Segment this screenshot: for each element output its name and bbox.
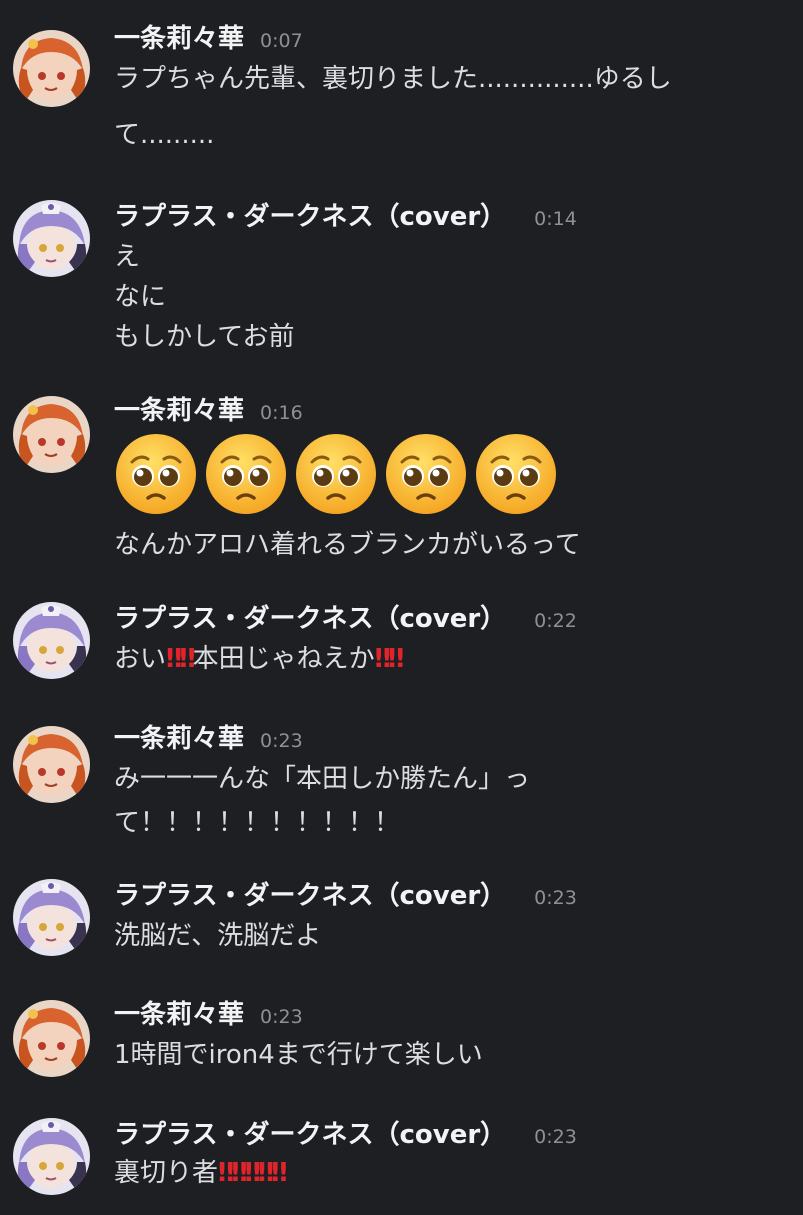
purple-hair-girl-avatar-icon <box>13 1118 90 1195</box>
message-text-line: 洗脳だ、洗脳だよ <box>114 921 322 951</box>
orange-hair-girl-avatar-icon <box>13 1000 90 1077</box>
text-segment: 裏切り者 <box>114 1158 219 1188</box>
message-header: ラプラス・ダークネス（cover） 0:22 <box>114 600 577 638</box>
message-header: 一条莉々華 0:23 <box>114 720 303 758</box>
text-segment: 本田じゃねえか <box>192 644 375 674</box>
pleading-face-emoji <box>296 434 376 514</box>
message-text-line: おい‼‼本田じゃねえか‼‼ <box>114 640 405 678</box>
user-avatar-laplus[interactable] <box>13 1118 90 1195</box>
orange-hair-girl-avatar-icon <box>13 726 90 803</box>
username[interactable]: ラプラス・ダークネス（cover） <box>114 600 506 638</box>
pleading-face-emoji <box>206 434 286 514</box>
message-text-line: 1時間でiron4まで行けて楽しい <box>114 1040 483 1070</box>
username[interactable]: ラプラス・ダークネス（cover） <box>114 198 506 236</box>
pleading-face-emoji <box>116 434 196 514</box>
double-exclamation-emoji: ‼‼ <box>166 644 196 674</box>
user-avatar-ichijo[interactable] <box>13 396 90 473</box>
message-text-line: なに <box>114 282 167 312</box>
purple-hair-girl-avatar-icon <box>13 602 90 679</box>
username[interactable]: 一条莉々華 <box>114 392 244 430</box>
user-avatar-laplus[interactable] <box>13 602 90 679</box>
message-text-line: ラプちゃん先輩、裏切りました..............ゆるし <box>114 64 672 94</box>
message-header: 一条莉々華 0:16 <box>114 392 303 430</box>
message-text-line: え <box>114 242 141 272</box>
username[interactable]: 一条莉々華 <box>114 720 244 758</box>
timestamp: 0:22 <box>534 610 577 632</box>
pleading-face-emoji <box>476 434 556 514</box>
username[interactable]: ラプラス・ダークネス（cover） <box>114 877 506 915</box>
message-header: ラプラス・ダークネス（cover） 0:23 <box>114 877 577 915</box>
username[interactable]: ラプラス・ダークネス（cover） <box>114 1116 506 1154</box>
timestamp: 0:23 <box>534 1126 577 1148</box>
username[interactable]: 一条莉々華 <box>114 996 244 1034</box>
message-header: ラプラス・ダークネス（cover） 0:23 <box>114 1116 577 1154</box>
purple-hair-girl-avatar-icon <box>13 879 90 956</box>
user-avatar-ichijo[interactable] <box>13 726 90 803</box>
timestamp: 0:23 <box>260 730 303 752</box>
user-avatar-ichijo[interactable] <box>13 30 90 107</box>
timestamp: 0:16 <box>260 402 303 424</box>
user-avatar-laplus[interactable] <box>13 879 90 956</box>
double-exclamation-emoji: ‼‼‼‼‼ <box>218 1158 287 1188</box>
message-text-line: もしかしてお前 <box>114 322 295 352</box>
message-header: ラプラス・ダークネス（cover） 0:14 <box>114 198 577 236</box>
message-header: 一条莉々華 0:07 <box>114 20 303 58</box>
message-text-line: なんかアロハ着れるブランカがいるって <box>114 530 581 560</box>
message-text-line: て！！！！！！！！！！ <box>114 808 401 838</box>
orange-hair-girl-avatar-icon <box>13 396 90 473</box>
timestamp: 0:23 <box>534 887 577 909</box>
purple-hair-girl-avatar-icon <box>13 200 90 277</box>
text-segment: おい <box>114 644 167 674</box>
message-text-line: て......... <box>114 120 215 150</box>
chat-message-list[interactable]: 一条莉々華 0:07 ラプちゃん先輩、裏切りました..............ゆ… <box>0 0 803 1215</box>
user-avatar-ichijo[interactable] <box>13 1000 90 1077</box>
username[interactable]: 一条莉々華 <box>114 20 244 58</box>
timestamp: 0:07 <box>260 30 303 52</box>
message-header: 一条莉々華 0:23 <box>114 996 303 1034</box>
double-exclamation-emoji: ‼‼ <box>374 644 405 674</box>
emoji-row <box>114 432 558 516</box>
pleading-face-emoji <box>386 434 466 514</box>
orange-hair-girl-avatar-icon <box>13 30 90 107</box>
message-text-line: 裏切り者‼‼‼‼‼ <box>114 1154 288 1192</box>
timestamp: 0:14 <box>534 208 577 230</box>
message-text-line: み一一一んな「本田しか勝たん」っ <box>114 764 531 794</box>
user-avatar-laplus[interactable] <box>13 200 90 277</box>
timestamp: 0:23 <box>260 1006 303 1028</box>
